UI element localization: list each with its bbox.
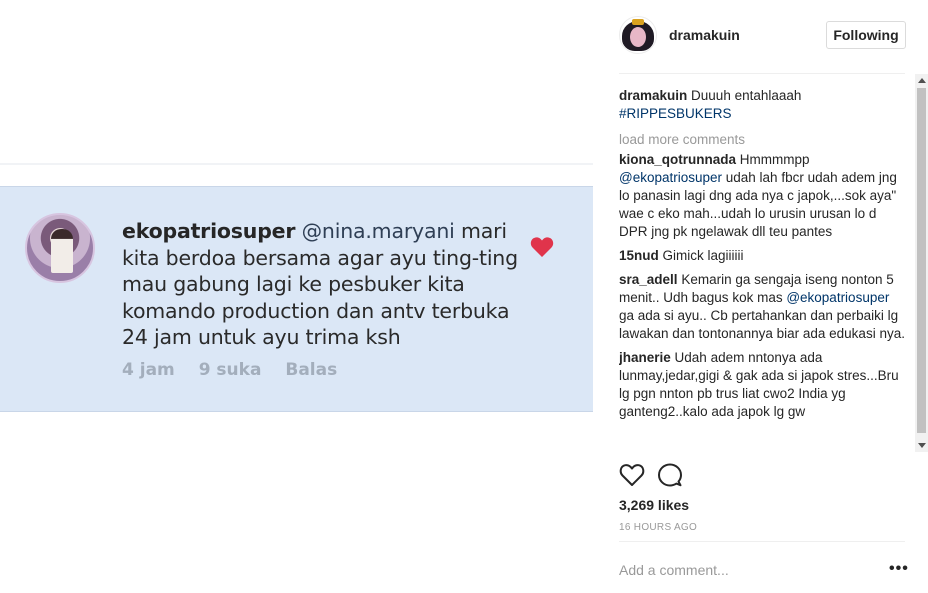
caption-text: Duuuh entahlaaah [691,88,802,103]
comment-item: jhanerie Udah adem nntonya ada lunmay,je… [619,349,905,421]
image-comment-text: ekopatriosuper @nina.maryani mari kita b… [122,218,532,351]
caption-hashtag[interactable]: #RIPPESBUKERS [619,106,732,121]
comment-mention[interactable]: @ekopatriosuper [786,290,889,305]
comment-text: Gimick lagiiiiii [662,248,744,263]
add-comment-input[interactable] [619,560,869,580]
comment-text: ga ada si ayu.. Cb pertahankan dan perba… [619,308,905,341]
instagram-post: ekopatriosuper @nina.maryani mari kita b… [0,0,928,593]
load-more-comments[interactable]: load more comments [619,131,905,149]
comment-item: 15nud Gimick lagiiiiii [619,247,905,265]
post-header: dramakuin Following [595,0,928,73]
likes-count[interactable]: 3,269 likes [619,497,689,513]
image-divider [0,163,593,165]
image-comment-user: ekopatriosuper [122,219,296,243]
post-sidebar: dramakuin Following dramakuin Duuuh enta… [595,0,928,593]
add-comment-divider [619,541,905,542]
scroll-up-arrow-icon[interactable] [918,78,926,83]
caption-user[interactable]: dramakuin [619,88,687,103]
comment-mention[interactable]: @ekopatriosuper [619,170,722,185]
post-image: ekopatriosuper @nina.maryani mari kita b… [0,0,595,593]
scroll-down-arrow-icon[interactable] [918,443,926,448]
comment-user[interactable]: kiona_qotrunnada [619,152,736,167]
comment-user[interactable]: sra_adell [619,272,678,287]
comments-list: dramakuin Duuuh entahlaaah #RIPPESBUKERS… [619,87,905,451]
comment-icon[interactable] [657,462,683,488]
image-comment-reply: Balas [285,360,338,380]
heart-icon [530,237,554,257]
more-options-icon[interactable]: ••• [889,561,909,577]
comment-user[interactable]: 15nud [619,248,659,263]
caption: dramakuin Duuuh entahlaaah #RIPPESBUKERS [619,87,905,123]
following-button[interactable]: Following [826,21,906,49]
header-username[interactable]: dramakuin [669,27,740,43]
comment-item: sra_adell Kemarin ga sengaja iseng nonto… [619,271,905,343]
post-timestamp: 16 HOURS AGO [619,522,698,533]
profile-avatar[interactable] [619,16,657,54]
heart-icon[interactable] [619,462,645,488]
image-comment-likes: 9 suka [198,360,262,380]
image-comment-mention: @nina.maryani [301,219,455,243]
header-divider [619,73,905,74]
image-comment-time: 4 jam [122,360,175,380]
image-comment-meta: 4 jam 9 suka Balas [122,360,355,380]
comment-avatar [25,213,95,283]
comment-text: Hmmmmpp [739,152,810,167]
comment-item: kiona_qotrunnada Hmmmmpp @ekopatriosuper… [619,151,905,241]
scrollbar-thumb[interactable] [917,88,926,433]
comment-user[interactable]: jhanerie [619,350,671,365]
action-bar [619,462,719,488]
comments-scrollbar[interactable] [915,74,928,452]
